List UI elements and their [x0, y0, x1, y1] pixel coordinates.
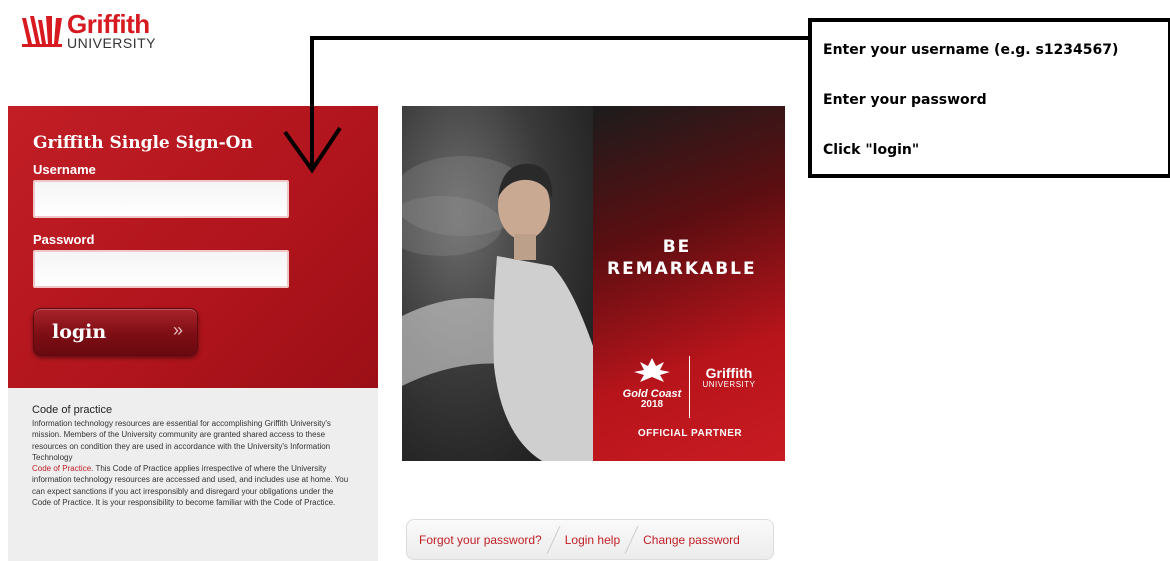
- login-button-label: login: [52, 321, 107, 343]
- callout-line-password: Enter your password: [823, 92, 987, 108]
- link-separator: [624, 525, 639, 554]
- username-input[interactable]: [33, 180, 289, 218]
- promo-banner: BE REMARKABLE Gold Coast 2018 Griffith U…: [402, 106, 785, 461]
- callout-line-login: Click "login": [823, 142, 920, 158]
- promo-photo: [402, 106, 593, 461]
- panel-title: Griffith Single Sign-On: [33, 133, 253, 153]
- logo-text: Griffith UNIVERSITY: [67, 9, 157, 51]
- gold-coast-logo: Gold Coast 2018: [617, 356, 687, 410]
- gold-coast-year: 2018: [640, 399, 664, 410]
- double-chevron-right-icon: »: [172, 320, 183, 340]
- slogan-line-2: REMARKABLE: [607, 259, 757, 279]
- link-separator: [546, 525, 561, 554]
- logo-wordmark: Griffith: [67, 9, 150, 39]
- slogan-line-1: BE: [662, 237, 692, 257]
- griffith-flame-icon: [22, 16, 62, 47]
- gold-coast-games-icon: [634, 358, 670, 382]
- code-of-practice: Code of practice Information technology …: [8, 388, 378, 561]
- code-title: Code of practice: [32, 404, 113, 416]
- logo-subtext: UNIVERSITY: [67, 35, 157, 51]
- promo-griffith-logo: Griffith UNIVERSITY: [694, 366, 764, 389]
- promo-griffith-sub: UNIVERSITY: [702, 380, 756, 389]
- official-partner-label: OFFICIAL PARTNER: [637, 428, 743, 439]
- promo-slogan: BE REMARKABLE: [607, 236, 757, 280]
- code-text-part-1: Information technology resources are ess…: [32, 419, 331, 462]
- login-help-link[interactable]: Login help: [565, 533, 620, 547]
- instruction-callout: Enter your username (e.g. s1234567) Ente…: [808, 18, 1170, 178]
- code-text: Information technology resources are ess…: [32, 418, 353, 508]
- forgot-password-link[interactable]: Forgot your password?: [419, 533, 542, 547]
- athlete-figure: [402, 156, 593, 461]
- password-label: Password: [33, 232, 95, 247]
- password-input[interactable]: [33, 250, 289, 288]
- griffith-logo: Griffith UNIVERSITY: [20, 9, 170, 52]
- promo-griffith-word: Griffith: [705, 365, 753, 381]
- promo-divider: [689, 356, 690, 418]
- login-panel: Griffith Single Sign-On Username Passwor…: [8, 106, 378, 388]
- callout-line-username: Enter your username (e.g. s1234567): [823, 42, 1119, 58]
- code-of-practice-link[interactable]: Code of Practice: [32, 464, 91, 473]
- login-button[interactable]: login »: [33, 308, 198, 356]
- username-label: Username: [33, 162, 96, 177]
- help-links-bar: Forgot your password? Login help Change …: [406, 519, 774, 560]
- change-password-link[interactable]: Change password: [643, 533, 740, 547]
